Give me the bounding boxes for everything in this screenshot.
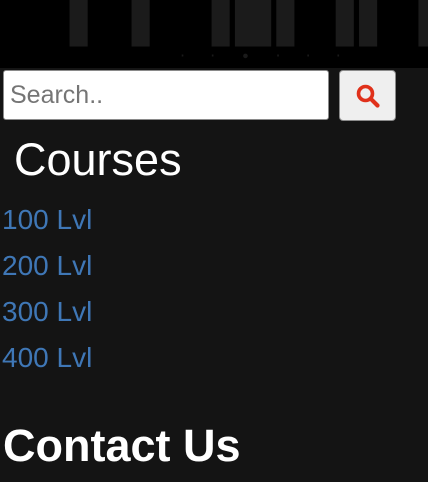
course-link-400[interactable]: 400 Lvl: [2, 342, 92, 373]
list-item: 300 Lvl: [2, 292, 92, 338]
course-link-100[interactable]: 100 Lvl: [2, 204, 92, 235]
courses-heading: Courses: [14, 134, 182, 185]
page: ▌ ▌ ▐█▌▐▌▐ ▌▌ ▐ ▐▌ · · ∙ · · · Courses 1…: [0, 0, 428, 482]
list-item: 100 Lvl: [2, 200, 92, 246]
course-list: 100 Lvl 200 Lvl 300 Lvl 400 Lvl: [2, 200, 92, 384]
list-item: 200 Lvl: [2, 246, 92, 292]
contact-us-heading: Contact Us: [3, 420, 241, 471]
course-link-200[interactable]: 200 Lvl: [2, 250, 92, 281]
header-banner-image: ▌ ▌ ▐█▌▐▌▐ ▌▌ ▐ ▐▌ · · ∙ · · ·: [0, 0, 428, 68]
search-button[interactable]: [339, 70, 396, 121]
list-item: 400 Lvl: [2, 338, 92, 384]
search-input[interactable]: [3, 70, 329, 120]
search-icon: [355, 83, 381, 109]
course-link-300[interactable]: 300 Lvl: [2, 296, 92, 327]
